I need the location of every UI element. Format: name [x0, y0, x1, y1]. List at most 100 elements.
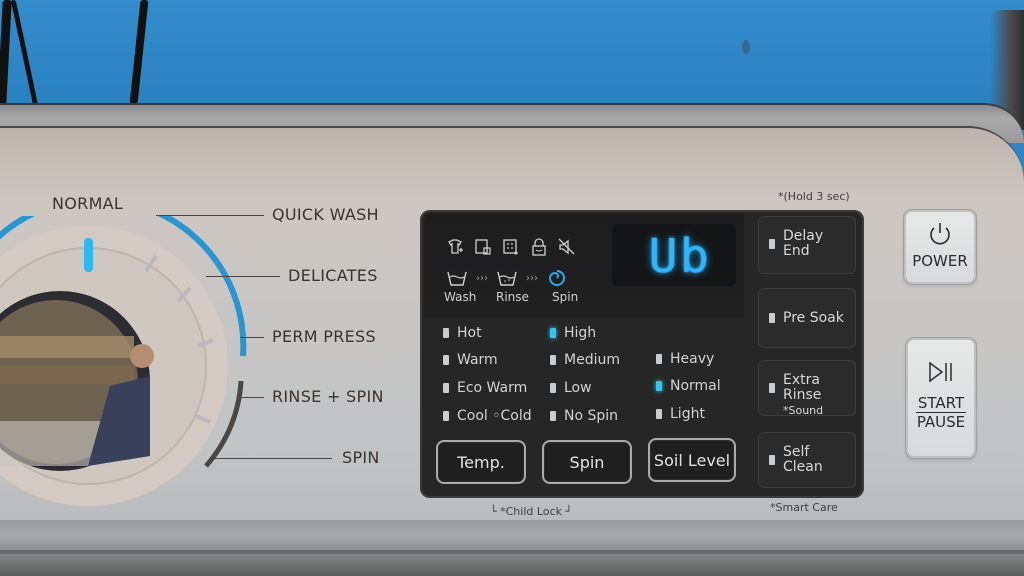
- led-indicator: [769, 383, 775, 393]
- arrow-icon: ›››: [476, 272, 488, 284]
- power-icon: [930, 223, 950, 245]
- leader-line: [240, 397, 264, 398]
- led-indicator: [443, 328, 449, 338]
- leader-line: [206, 276, 280, 277]
- option-label: Low: [564, 380, 592, 396]
- self-clean-label: Self Clean: [783, 445, 823, 475]
- option-label: Hot: [457, 325, 482, 341]
- cycle-delicates[interactable]: DELICATES: [288, 266, 378, 285]
- led-indicator-on: [656, 381, 662, 391]
- child-lock-note: └ *Child Lock ┘: [490, 505, 573, 518]
- play-pause-icon: [929, 361, 952, 383]
- soil-option: Heavy: [656, 351, 714, 367]
- spin-option: High: [550, 325, 596, 341]
- soil-option: Light: [656, 406, 705, 422]
- option-label: Medium: [564, 352, 620, 368]
- label-line: End: [783, 243, 810, 259]
- led-indicator: [656, 409, 662, 419]
- label-line: Delay: [783, 228, 824, 244]
- power-label: POWER: [912, 252, 968, 270]
- step-wash-label: Wash: [444, 290, 477, 304]
- wash-tub-icon: [447, 271, 467, 286]
- led-indicator: [550, 383, 556, 393]
- temp-option: Cool ◦Cold: [443, 408, 532, 424]
- error-code-display: Ub: [648, 229, 711, 283]
- option-label: Cool ◦Cold: [457, 408, 532, 424]
- cycle-quick-wash[interactable]: QUICK WASH: [272, 205, 379, 224]
- spin-swirl-icon: [548, 270, 565, 286]
- start-label: START: [915, 394, 967, 413]
- rinse-tub-icon: [497, 271, 517, 286]
- arrow-icon: ›››: [526, 272, 538, 284]
- led-indicator: [769, 239, 775, 249]
- dial-indicator-icon: [84, 238, 93, 272]
- temp-option: Eco Warm: [443, 380, 527, 396]
- extra-rinse-button[interactable]: Extra Rinse *Sound: [758, 360, 856, 418]
- self-clean-button[interactable]: Self Clean: [758, 432, 856, 488]
- pause-label: PAUSE: [916, 413, 966, 431]
- cycle-rinse-spin[interactable]: RINSE + SPIN: [272, 387, 384, 406]
- power-button[interactable]: POWER: [904, 210, 976, 284]
- temp-button[interactable]: Temp.: [436, 440, 526, 484]
- leader-line: [156, 215, 264, 216]
- pre-soak-button[interactable]: Pre Soak: [758, 288, 856, 348]
- delay-end-button[interactable]: Delay End: [758, 216, 856, 274]
- label-line: Extra Rinse: [783, 372, 822, 403]
- led-indicator: [443, 355, 449, 365]
- temp-option: Warm: [443, 352, 498, 368]
- delay-end-label: Delay End: [783, 229, 823, 259]
- reflection-person: [130, 344, 154, 368]
- cycle-progress: ››› ›››: [446, 267, 568, 289]
- cycle-dial[interactable]: [0, 216, 248, 516]
- wall-stain: [742, 40, 750, 54]
- cycle-spin[interactable]: SPIN: [342, 448, 380, 467]
- label-line: Clean: [783, 459, 823, 475]
- child-lock-icon: [532, 238, 546, 256]
- led-indicator: [550, 355, 556, 365]
- led-indicator: [769, 313, 775, 323]
- hold-3-sec-note: *(Hold 3 sec): [778, 190, 850, 203]
- extra-rinse-label: Extra Rinse *Sound: [783, 373, 855, 418]
- console-bottom-trim: [0, 520, 1024, 576]
- leader-line: [212, 458, 332, 459]
- led-indicator: [769, 455, 775, 465]
- step-spin-label: Spin: [552, 290, 579, 304]
- option-label: Heavy: [670, 351, 715, 367]
- sound-note: *Sound: [783, 404, 824, 417]
- mute-icon: [558, 238, 575, 255]
- option-label: Normal: [670, 378, 721, 394]
- console-lip: [0, 550, 1024, 554]
- smart-check-icon: [503, 239, 518, 255]
- start-pause-button[interactable]: START PAUSE: [906, 338, 976, 458]
- leader-line: [240, 337, 264, 338]
- reflection: [0, 366, 134, 384]
- led-indicator: [656, 354, 662, 364]
- led-indicator-on: [550, 328, 556, 338]
- spin-option: Low: [550, 380, 592, 396]
- lock-door-icon: [475, 239, 491, 255]
- spin-button[interactable]: Spin: [542, 440, 632, 484]
- led-indicator: [550, 411, 556, 421]
- option-label: High: [564, 325, 597, 341]
- step-rinse-label: Rinse: [496, 290, 529, 304]
- led-indicator: [443, 383, 449, 393]
- led-indicator: [443, 411, 449, 421]
- spin-option: No Spin: [550, 408, 618, 424]
- label-line: Self: [783, 444, 810, 460]
- option-label: Light: [670, 406, 705, 422]
- reflection: [0, 336, 134, 358]
- status-icons: [446, 238, 576, 256]
- temp-option: Hot: [443, 325, 482, 341]
- soil-option: Normal: [656, 378, 721, 394]
- cycle-perm-press[interactable]: PERM PRESS: [272, 327, 376, 346]
- option-label: Warm: [457, 352, 498, 368]
- option-label: Eco Warm: [457, 380, 528, 396]
- pre-soak-label: Pre Soak: [783, 310, 844, 326]
- smart-care-note: *Smart Care: [770, 501, 838, 514]
- spin-option: Medium: [550, 352, 620, 368]
- dial-graphic: [0, 216, 247, 506]
- option-label: No Spin: [564, 408, 619, 424]
- soil-level-button[interactable]: Soil Level: [648, 438, 736, 482]
- shirt-plus-icon: [448, 239, 463, 254]
- cycle-normal[interactable]: NORMAL: [52, 194, 123, 213]
